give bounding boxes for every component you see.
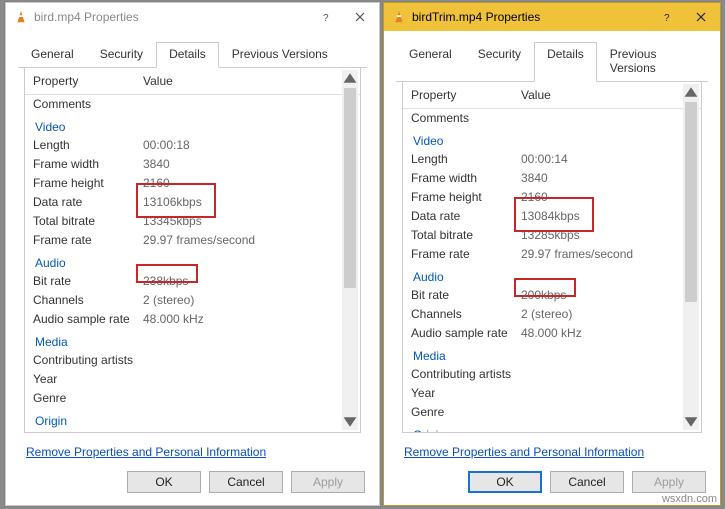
- scrollbar[interactable]: [683, 84, 699, 430]
- tabs: General Security Details Previous Versio…: [384, 31, 720, 81]
- tab-previous-versions[interactable]: Previous Versions: [219, 42, 341, 68]
- column-value[interactable]: Value: [521, 87, 701, 104]
- row-comments[interactable]: Comments: [25, 95, 360, 114]
- scroll-up-icon[interactable]: [342, 70, 358, 86]
- row-frame-width[interactable]: Frame width3840: [25, 155, 360, 174]
- column-headers[interactable]: Property Value: [25, 70, 360, 95]
- row-genre[interactable]: Genre: [403, 403, 701, 422]
- close-button[interactable]: [684, 5, 718, 29]
- help-button[interactable]: ?: [650, 5, 684, 29]
- watermark: wsxdn.com: [660, 493, 719, 505]
- section-origin: Origin: [403, 422, 701, 432]
- window-title: birdTrim.mp4 Properties: [412, 10, 650, 24]
- row-frame-width[interactable]: Frame width3840: [403, 169, 701, 188]
- scrollbar[interactable]: [342, 70, 358, 430]
- column-value[interactable]: Value: [143, 73, 360, 90]
- apply-button[interactable]: Apply: [632, 471, 706, 493]
- ok-button[interactable]: OK: [468, 471, 542, 493]
- titlebar[interactable]: bird.mp4 Properties ?: [6, 3, 379, 31]
- row-channels[interactable]: Channels2 (stereo): [403, 305, 701, 324]
- properties-window-left: bird.mp4 Properties ? General Security D…: [5, 2, 380, 506]
- section-video: Video: [403, 128, 701, 150]
- svg-text:?: ?: [664, 13, 670, 22]
- row-audio-sample-rate[interactable]: Audio sample rate48.000 kHz: [403, 324, 701, 343]
- highlight-data-total-bitrate: [136, 183, 216, 218]
- section-media: Media: [403, 343, 701, 365]
- scroll-down-icon[interactable]: [683, 414, 699, 430]
- row-channels[interactable]: Channels2 (stereo): [25, 291, 360, 310]
- vlc-icon: [392, 10, 406, 24]
- scroll-up-icon[interactable]: [683, 84, 699, 100]
- ok-button[interactable]: OK: [127, 471, 201, 493]
- row-genre[interactable]: Genre: [25, 389, 360, 408]
- row-contributing-artists[interactable]: Contributing artists: [403, 365, 701, 384]
- section-video: Video: [25, 114, 360, 136]
- properties-window-right: birdTrim.mp4 Properties ? General Securi…: [383, 2, 721, 506]
- remove-properties-link[interactable]: Remove Properties and Personal Informati…: [6, 439, 379, 461]
- cancel-button[interactable]: Cancel: [209, 471, 283, 493]
- vlc-icon: [14, 10, 28, 24]
- row-year[interactable]: Year: [403, 384, 701, 403]
- cancel-button[interactable]: Cancel: [550, 471, 624, 493]
- section-media: Media: [25, 329, 360, 351]
- column-headers[interactable]: Property Value: [403, 84, 701, 109]
- row-year[interactable]: Year: [25, 370, 360, 389]
- help-button[interactable]: ?: [309, 5, 343, 29]
- highlight-data-total-bitrate: [514, 197, 594, 232]
- tab-general[interactable]: General: [18, 42, 87, 68]
- tab-details[interactable]: Details: [534, 42, 597, 82]
- titlebar[interactable]: birdTrim.mp4 Properties ?: [384, 3, 720, 31]
- tab-details[interactable]: Details: [156, 42, 219, 68]
- details-pane: Property Value Comments Video Length00:0…: [24, 68, 361, 433]
- scroll-thumb[interactable]: [685, 102, 697, 302]
- remove-properties-link[interactable]: Remove Properties and Personal Informati…: [384, 439, 720, 461]
- window-title: bird.mp4 Properties: [34, 10, 309, 24]
- scroll-thumb[interactable]: [344, 88, 356, 288]
- tabs: General Security Details Previous Versio…: [6, 31, 379, 67]
- scroll-down-icon[interactable]: [342, 414, 358, 430]
- row-audio-sample-rate[interactable]: Audio sample rate48.000 kHz: [25, 310, 360, 329]
- row-frame-rate[interactable]: Frame rate29.97 frames/second: [25, 231, 360, 250]
- details-pane: Property Value Comments Video Length00:0…: [402, 82, 702, 433]
- row-length[interactable]: Length00:00:14: [403, 150, 701, 169]
- dialog-buttons: OK Cancel Apply: [6, 461, 379, 505]
- close-button[interactable]: [343, 5, 377, 29]
- apply-button[interactable]: Apply: [291, 471, 365, 493]
- tab-security[interactable]: Security: [465, 42, 534, 82]
- row-comments[interactable]: Comments: [403, 109, 701, 128]
- tab-general[interactable]: General: [396, 42, 465, 82]
- tab-previous-versions[interactable]: Previous Versions: [597, 42, 708, 82]
- svg-text:?: ?: [323, 13, 329, 22]
- highlight-bit-rate: [136, 264, 198, 283]
- column-property[interactable]: Property: [33, 73, 143, 90]
- row-frame-rate[interactable]: Frame rate29.97 frames/second: [403, 245, 701, 264]
- row-contributing-artists[interactable]: Contributing artists: [25, 351, 360, 370]
- row-length[interactable]: Length00:00:18: [25, 136, 360, 155]
- section-origin: Origin: [25, 408, 360, 430]
- tab-security[interactable]: Security: [87, 42, 156, 68]
- highlight-bit-rate: [514, 278, 576, 297]
- column-property[interactable]: Property: [411, 87, 521, 104]
